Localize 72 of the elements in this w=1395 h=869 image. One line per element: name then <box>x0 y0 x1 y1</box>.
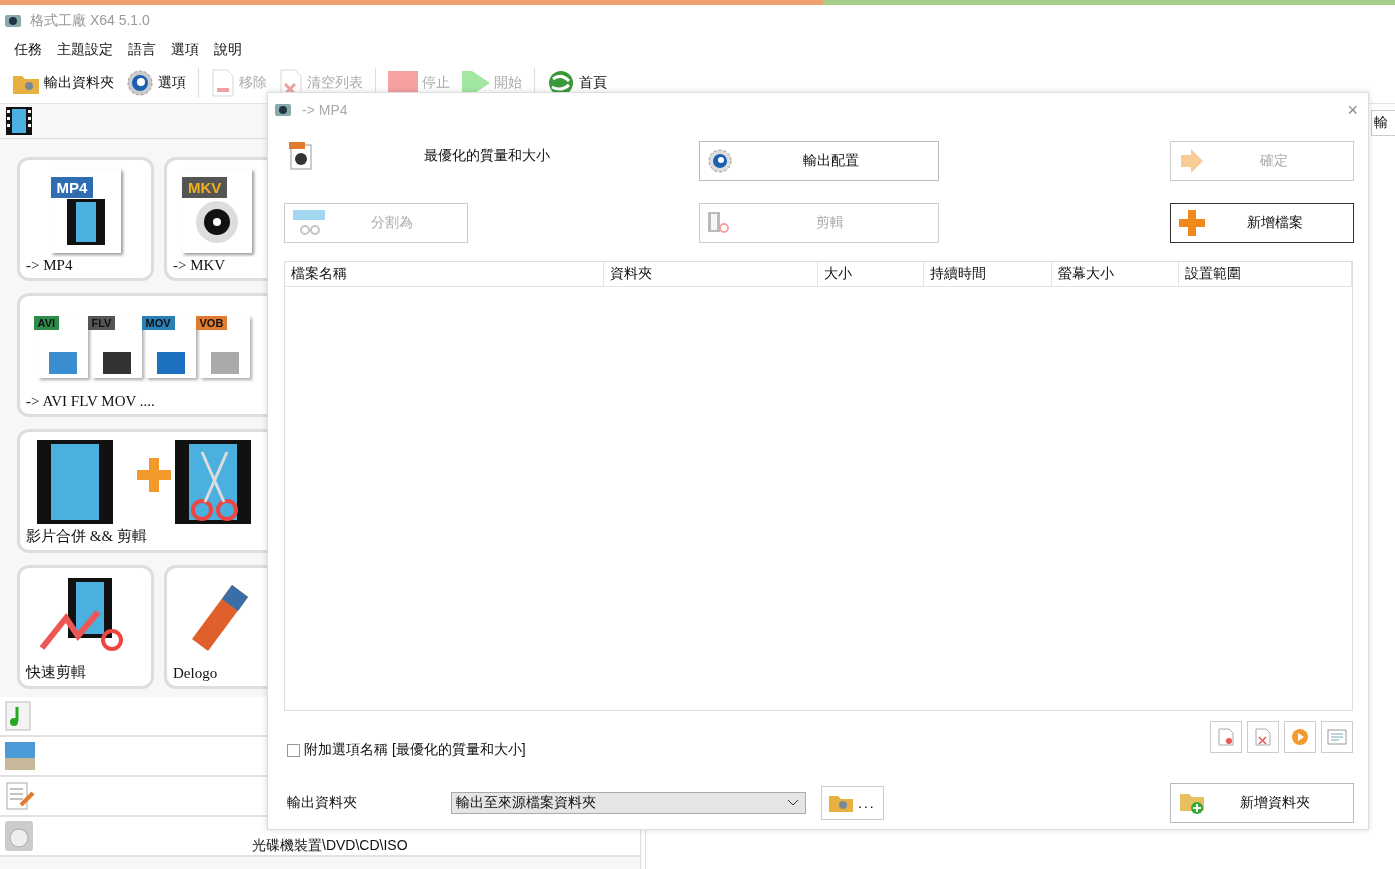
output-folder-dropdown[interactable]: 輸出至來源檔案資料夾 <box>451 792 806 814</box>
film-icon <box>6 107 32 135</box>
chevron-down-icon <box>787 799 799 807</box>
tile-label: -> MP4 <box>26 257 74 274</box>
list-tool-button[interactable] <box>1247 721 1279 753</box>
video-file-icon: MP4 <box>50 168 121 253</box>
tile-label: 影片合併 && 剪輯 <box>26 527 148 546</box>
close-icon[interactable]: × <box>1347 99 1358 121</box>
format-file-icon: VOB <box>199 315 250 378</box>
new-folder-button[interactable]: 新增資料夾 <box>1170 783 1354 823</box>
tile-label: 快速剪輯 <box>26 663 87 682</box>
play-icon <box>1291 728 1309 746</box>
play-icon <box>462 71 490 95</box>
folder-add-icon <box>1179 791 1205 815</box>
film-merge-icon <box>36 439 251 524</box>
format-tile[interactable]: 快速剪輯 <box>17 565 154 689</box>
checkbox[interactable] <box>287 743 300 757</box>
document-x-icon <box>1255 728 1271 746</box>
toolbar-button[interactable]: 輸出資料夾 <box>8 71 118 95</box>
video-file-icon <box>288 141 314 171</box>
music-note-icon <box>5 701 31 731</box>
column-header[interactable]: 資料夾 <box>604 262 818 286</box>
info-list-icon <box>1327 729 1347 745</box>
folder-icon <box>828 793 854 813</box>
window-title: 格式工廠 X64 5.1.0 <box>30 12 150 30</box>
dialog-title: -> MP4 <box>302 102 348 118</box>
film-scissors-icon <box>293 210 325 236</box>
field-label: 輸出資料夾 <box>286 794 358 812</box>
column-header[interactable]: 設置範圍 <box>1179 262 1352 286</box>
format-tile[interactable]: MKV -> MKV <box>164 157 267 281</box>
profile-name: 最優化的質量和大小 <box>424 147 550 165</box>
format-tile[interactable]: MP4 -> MP4 <box>17 157 154 281</box>
tile-label: -> MKV <box>173 257 227 274</box>
checkbox-label: 附加選項名稱 [最優化的質量和大小] <box>304 741 526 759</box>
column-header[interactable]: 持續時間 <box>923 262 1052 286</box>
app-icon <box>274 102 292 118</box>
document-minus-icon <box>1218 728 1234 746</box>
landscape-icon <box>5 742 35 770</box>
list-tool-button[interactable] <box>1284 721 1316 753</box>
format-file-icon: FLV <box>91 315 142 378</box>
document-pencil-icon <box>5 781 35 811</box>
app-icon <box>4 12 22 30</box>
document-minus-icon <box>211 69 235 97</box>
browse-button[interactable]: ... <box>821 786 884 820</box>
arrow-right-icon <box>1179 149 1203 173</box>
dialog-button[interactable]: 輸出配置 <box>699 141 939 181</box>
column-header[interactable]: 螢幕大小 <box>1051 262 1180 286</box>
menu-item[interactable]: 選項 <box>171 41 199 59</box>
tile-label: Delogo <box>173 665 219 682</box>
format-tile[interactable]: AVI FLV MOV VOB -> AVI FLV MOV .... <box>17 293 267 417</box>
list-tool-button[interactable] <box>1210 721 1242 753</box>
format-file-icon: MOV <box>145 315 196 378</box>
film-clip-icon <box>708 212 730 234</box>
gear-icon <box>126 69 154 97</box>
menu-item[interactable]: 主題設定 <box>57 41 113 59</box>
plus-icon <box>1179 210 1205 236</box>
column-header[interactable]: 檔案名稱 <box>285 262 605 286</box>
toolbar-button[interactable]: 選項 <box>122 69 190 97</box>
list-tool-button[interactable] <box>1321 721 1353 753</box>
menu-item[interactable]: 說明 <box>214 41 242 59</box>
column-header[interactable]: 大小 <box>818 262 924 286</box>
gear-icon <box>708 149 732 173</box>
disc-drive-icon <box>5 821 33 851</box>
format-tile[interactable]: Delogo <box>164 565 267 689</box>
dialog-button[interactable]: 新增檔案 <box>1170 203 1354 243</box>
format-tile[interactable]: 影片合併 && 剪輯 <box>17 429 267 553</box>
reel-file-icon: MKV <box>182 168 252 253</box>
tile-label: -> AVI FLV MOV .... <box>26 393 156 410</box>
menu-item[interactable]: 語言 <box>128 41 156 59</box>
menu-item[interactable]: 任務 <box>14 41 42 59</box>
format-file-icon: AVI <box>37 315 88 378</box>
panel-tab[interactable]: 輸 <box>1371 110 1395 136</box>
